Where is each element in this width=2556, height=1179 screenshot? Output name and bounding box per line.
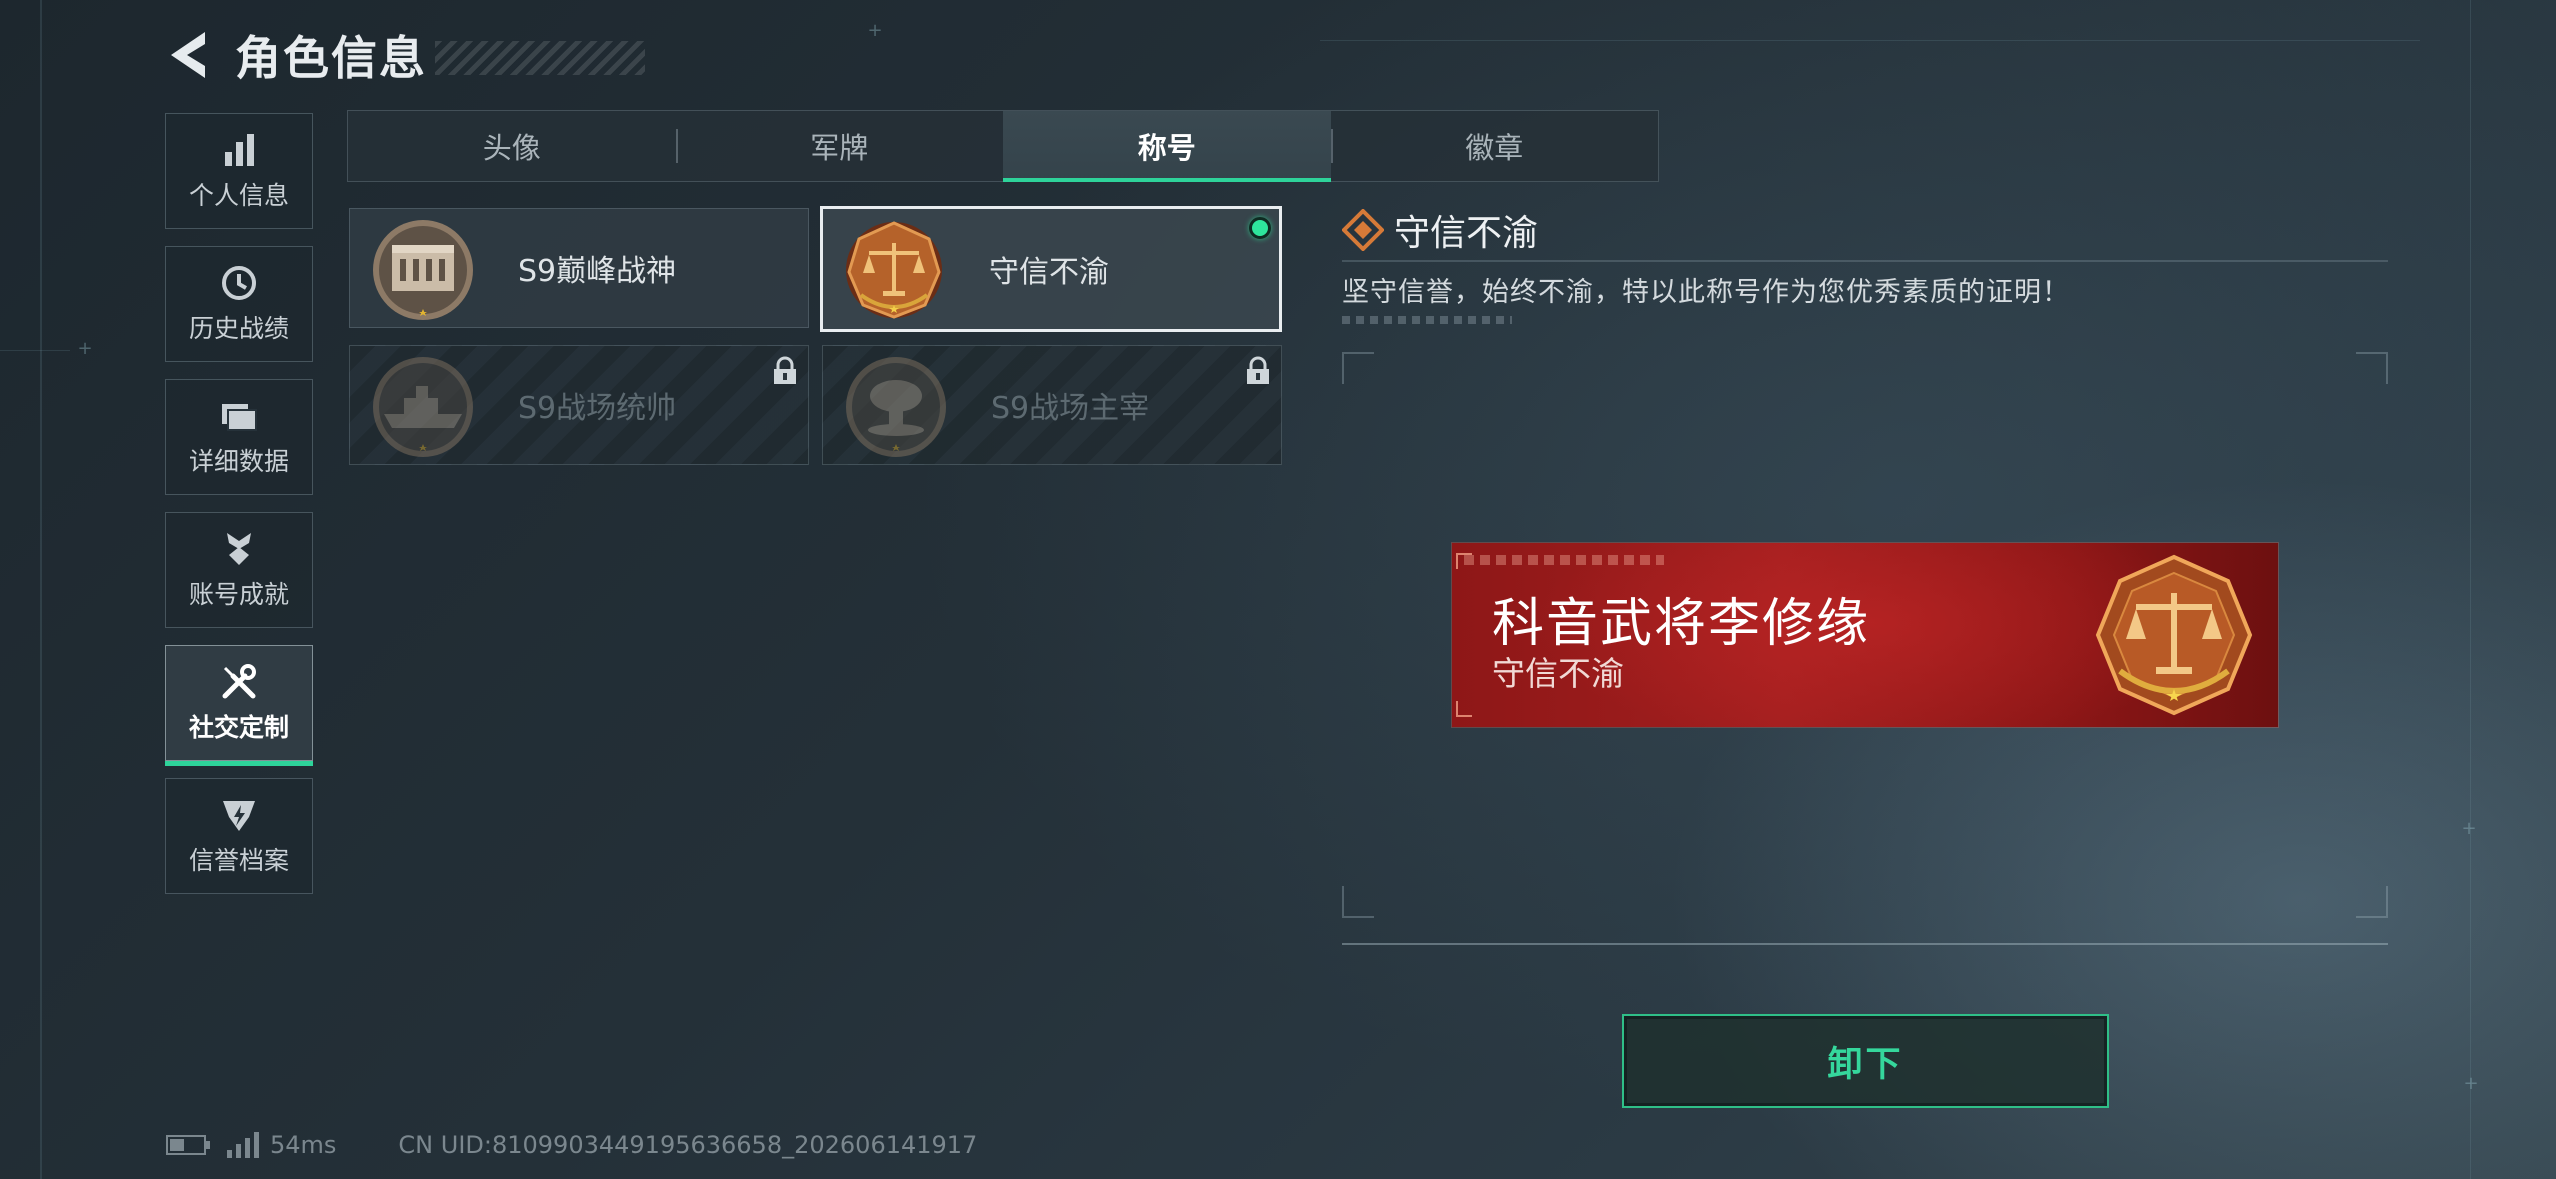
- history-clock-icon: [222, 266, 256, 300]
- ping-value: 54ms: [270, 1131, 337, 1159]
- sidebar-item-achievements[interactable]: 账号成就: [165, 512, 313, 628]
- title-card-s9-commander[interactable]: S9战场统帅: [349, 345, 809, 465]
- title-card-name: S9战场统帅: [518, 391, 677, 426]
- decor-cross: +: [2463, 1073, 2479, 1094]
- status-bar: 54ms CN UID:810990344919563665​8_2026061…: [166, 1128, 977, 1162]
- frame-corner: [2356, 886, 2388, 918]
- lock-icon: [774, 356, 796, 384]
- page-title: 角色信息: [235, 31, 427, 85]
- sidebar-item-label: 详细数据: [188, 447, 289, 476]
- unequip-button-label: 卸下: [1827, 1044, 1904, 1085]
- frame-corner: [1342, 352, 1374, 384]
- unequip-button[interactable]: 卸下: [1622, 1014, 2109, 1108]
- fortress-emblem-icon: [373, 220, 473, 320]
- title-detail-description: 坚守信誉，始终不渝，特以此称号作为您优秀素质的证明！: [1342, 277, 2070, 308]
- sidebar-item-history[interactable]: 历史战绩: [165, 246, 313, 362]
- nameplate-title: 守信不渝: [1492, 654, 1624, 693]
- decor-microtext: [1342, 316, 1512, 324]
- title-card-name: S9战场主宰: [991, 391, 1150, 426]
- sidebar-item-label: 历史战绩: [188, 314, 289, 343]
- title-card-s9-peak-god[interactable]: S9巅峰战神: [349, 208, 809, 328]
- user-uid: CN UID:810990344919563665​8_202606141917: [398, 1131, 978, 1159]
- scales-emblem-icon: [846, 221, 942, 319]
- title-detail-header: 守信不渝: [1342, 204, 1538, 256]
- sidebar-item-personal-info[interactable]: 个人信息: [165, 113, 313, 229]
- nameplate-preview: 科音武将李修缘 守信不渝: [1452, 543, 2278, 727]
- tab-avatar[interactable]: 头像: [348, 111, 676, 181]
- tab-dog-tag[interactable]: 军牌: [675, 111, 1004, 181]
- tab-badge[interactable]: 徽章: [1330, 111, 1659, 181]
- nameplate-corner: [1456, 701, 1472, 717]
- decor-cross: +: [867, 20, 883, 41]
- achievement-medal-icon: [227, 533, 251, 565]
- battery-icon: [166, 1135, 210, 1155]
- nameplate-corner: [1456, 553, 1472, 569]
- tab-title[interactable]: 称号: [1003, 111, 1331, 182]
- bar-chart-icon: [225, 134, 254, 166]
- tab-bar: 头像 军牌 称号 徽章: [347, 110, 1659, 182]
- diamond-title-icon: [1342, 209, 1384, 251]
- battleship-emblem-icon: [373, 357, 473, 457]
- title-card-name: 守信不渝: [989, 255, 1109, 290]
- decor-line: [0, 350, 70, 351]
- explosion-emblem-icon: [846, 357, 946, 457]
- title-detail-name: 守信不渝: [1394, 213, 1539, 254]
- sidebar-item-detailed-data[interactable]: 详细数据: [165, 379, 313, 495]
- decor-line: [40, 0, 42, 1179]
- sidebar-item-social-custom[interactable]: 社交定制: [165, 645, 313, 766]
- back-arrow-icon[interactable]: [165, 28, 213, 82]
- decor-line: [2470, 0, 2471, 1179]
- divider: [1342, 943, 2388, 945]
- decor-line: [1320, 40, 2420, 41]
- sidebar-item-label: 个人信息: [188, 181, 289, 210]
- sidebar: 个人信息 历史战绩 详细数据 账号成就 社交定制 信誉档案: [165, 113, 315, 911]
- signal-icon: [227, 1132, 259, 1158]
- page-header: 角色信息: [165, 22, 645, 88]
- title-card-keep-faith[interactable]: 守信不渝: [820, 206, 1282, 332]
- title-card-name: S9巅峰战神: [518, 254, 677, 289]
- decor-cross: +: [2461, 818, 2477, 839]
- scales-emblem-icon: [2095, 554, 2253, 716]
- sidebar-item-label: 社交定制: [188, 713, 289, 742]
- equipped-indicator: [1249, 217, 1271, 239]
- folder-icon: [222, 404, 257, 431]
- title-card-s9-dominator[interactable]: S9战场主宰: [822, 345, 1282, 465]
- tools-icon: [222, 664, 256, 699]
- lock-icon: [1247, 356, 1269, 384]
- decor-cross: +: [77, 338, 93, 359]
- sidebar-item-label: 信誉档案: [188, 846, 289, 875]
- reputation-badge-icon: [223, 801, 255, 831]
- nameplate-player-name: 科音武将李修缘: [1492, 594, 1871, 654]
- title-decoration: [435, 41, 645, 75]
- divider: [1342, 260, 2388, 262]
- frame-corner: [1342, 886, 1374, 918]
- sidebar-item-reputation[interactable]: 信誉档案: [165, 778, 313, 894]
- decor-microtext: [1464, 555, 1664, 565]
- frame-corner: [2356, 352, 2388, 384]
- sidebar-item-label: 账号成就: [188, 580, 289, 609]
